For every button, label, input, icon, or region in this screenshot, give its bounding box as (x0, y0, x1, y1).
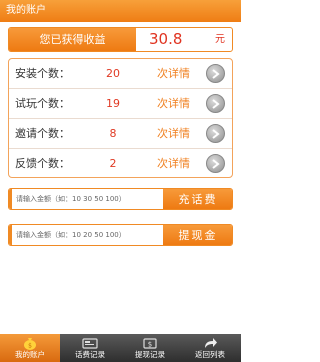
stat-label: 安装个数： (15, 67, 70, 80)
stat-row-feedback[interactable]: 反馈个数： 2 次详情 (9, 148, 232, 177)
withdraw-button[interactable]: 提现金 (163, 225, 232, 245)
stat-count: 2 (109, 157, 117, 170)
chevron-right-icon[interactable] (206, 64, 225, 83)
svg-text:$: $ (148, 341, 152, 349)
withdraw-form: 提现金 (8, 224, 233, 246)
tab-my-account[interactable]: $ 我的账户 (0, 334, 60, 362)
stat-count: 8 (109, 127, 117, 140)
recharge-form: 充话费 (8, 188, 233, 210)
stats-panel: 安装个数： 20 次详情 试玩个数： 19 次详情 邀请个数： 8 次详情 反馈… (8, 58, 233, 178)
stat-detail-link[interactable]: 次详情 (157, 119, 190, 148)
tab-back-to-list[interactable]: 返回列表 (180, 334, 240, 362)
chevron-right-icon[interactable] (206, 124, 225, 143)
tab-phone-records[interactable]: 话费记录 (60, 334, 120, 362)
earnings-panel: 您已获得收益 30.8 元 (8, 27, 233, 52)
stat-label: 邀请个数： (15, 127, 70, 140)
tab-withdraw-records[interactable]: $ 提现记录 (120, 334, 180, 362)
stat-detail-link[interactable]: 次详情 (157, 89, 190, 118)
tab-label: 我的账户 (15, 350, 45, 359)
tab-label: 提现记录 (135, 350, 165, 359)
stat-detail-link[interactable]: 次详情 (157, 149, 190, 178)
stat-count: 20 (106, 67, 120, 80)
app-header: 我的账户 (0, 0, 241, 22)
withdraw-amount-input[interactable] (9, 225, 155, 245)
chevron-right-icon[interactable] (206, 94, 225, 113)
stat-row-trial[interactable]: 试玩个数： 19 次详情 (9, 88, 232, 117)
stat-detail-link[interactable]: 次详情 (157, 59, 190, 88)
earnings-label: 您已获得收益 (9, 28, 136, 51)
earnings-unit: 元 (215, 34, 225, 45)
recharge-button[interactable]: 充话费 (163, 189, 232, 209)
stat-label: 反馈个数： (15, 157, 70, 170)
stat-count: 19 (106, 97, 120, 110)
tab-label: 返回列表 (195, 350, 225, 359)
page-title: 我的账户 (6, 5, 46, 16)
stat-row-install[interactable]: 安装个数： 20 次详情 (9, 59, 232, 88)
chevron-right-icon[interactable] (206, 154, 225, 173)
stat-label: 试玩个数： (15, 97, 70, 110)
stat-row-invite[interactable]: 邀请个数： 8 次详情 (9, 118, 232, 147)
bottom-tab-bar: $ 我的账户 话费记录 $ 提现记录 返回列表 (0, 334, 241, 362)
recharge-amount-input[interactable] (9, 189, 155, 209)
earnings-value: 30.8 (149, 30, 183, 48)
tab-label: 话费记录 (75, 350, 105, 359)
